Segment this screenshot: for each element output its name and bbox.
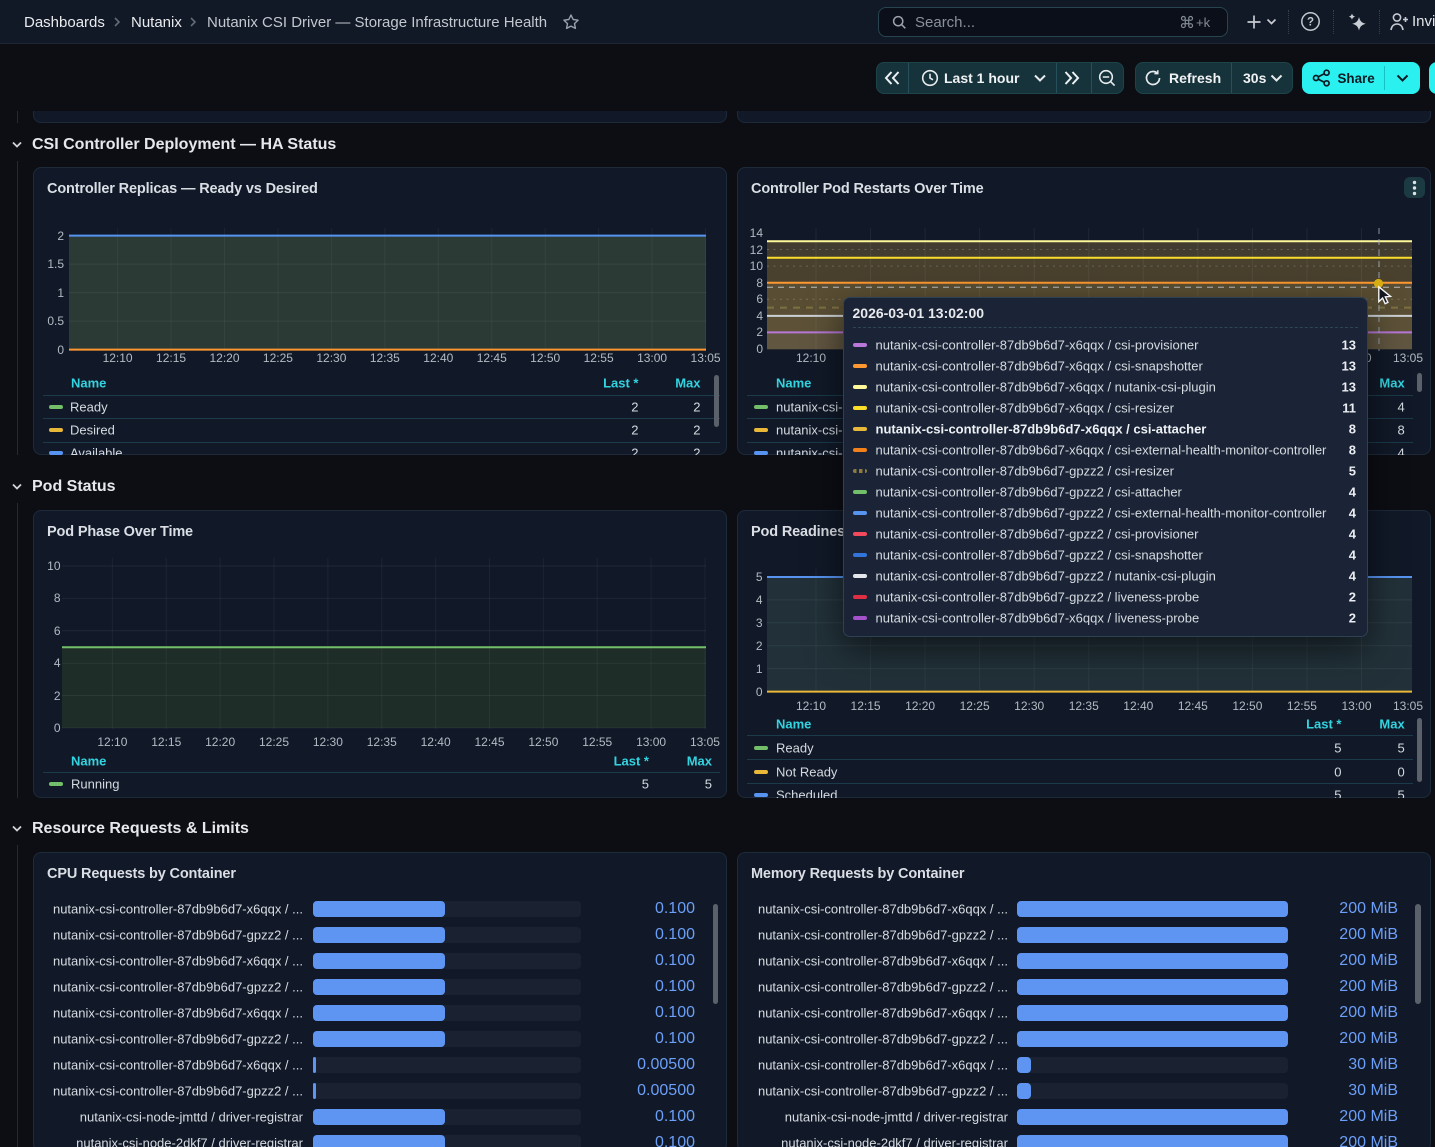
svg-text:?: ? xyxy=(1307,17,1314,29)
